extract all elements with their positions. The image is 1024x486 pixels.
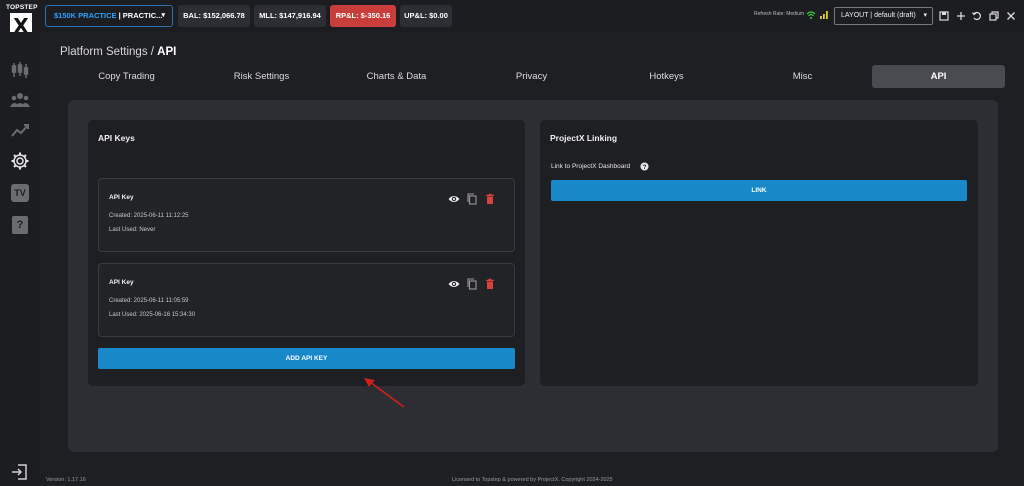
chevron-down-icon: ▾ — [923, 12, 927, 19]
info-icon[interactable]: ? — [640, 162, 649, 171]
close-icon[interactable] — [1005, 9, 1017, 21]
tab-charts-data[interactable]: Charts & Data — [330, 65, 463, 88]
analytics-icon[interactable] — [10, 120, 30, 140]
api-key-title: API Key — [109, 194, 134, 201]
save-icon[interactable] — [938, 9, 950, 21]
tab-copy-trading[interactable]: Copy Trading — [60, 65, 193, 88]
delete-icon[interactable] — [484, 192, 496, 204]
layout-select[interactable]: LAYOUT | default (draft) ▾ — [834, 7, 933, 25]
copy-icon[interactable] — [466, 277, 478, 290]
add-api-key-button[interactable]: ADD API KEY — [98, 348, 515, 369]
wifi-icon[interactable] — [806, 10, 816, 20]
api-key-actions — [448, 277, 500, 291]
eye-icon[interactable] — [448, 277, 460, 289]
breadcrumb: Platform Settings / API — [60, 46, 176, 58]
tab-api[interactable]: API — [872, 65, 1005, 88]
projectx-linking-title: ProjectX Linking — [550, 133, 618, 143]
tv-icon[interactable]: TV — [11, 184, 29, 202]
api-keys-card: API Keys API Key Created: 2025-06-11 11:… — [88, 120, 525, 386]
breadcrumb-root[interactable]: Platform Settings / — [60, 46, 157, 58]
projectx-link-label: Link to ProjectX Dashboard — [551, 163, 631, 170]
api-key-title: API Key — [109, 279, 134, 286]
gear-icon[interactable] — [10, 151, 30, 171]
svg-text:?: ? — [643, 164, 647, 171]
delete-icon[interactable] — [484, 277, 496, 289]
sidebar: TV ? — [0, 32, 40, 486]
eye-icon[interactable] — [448, 192, 460, 204]
link-button[interactable]: LINK — [551, 180, 967, 201]
add-icon[interactable] — [955, 9, 967, 21]
annotation-arrow-icon — [364, 378, 405, 408]
content-panel: API Keys API Key Created: 2025-06-11 11:… — [68, 100, 998, 452]
reset-icon[interactable] — [971, 9, 983, 21]
api-keys-title: API Keys — [98, 133, 135, 143]
api-key-last-used: Last Used: 2025-06-16 15:34:30 — [109, 312, 196, 318]
api-key-created: Created: 2025-06-11 11:12:25 — [109, 213, 189, 219]
help-icon[interactable]: ? — [12, 216, 28, 234]
refresh-rate-label: Refresh Rate: Medium — [754, 11, 805, 17]
api-key-item: API Key Created: 2025-06-11 11:12:25 Las… — [98, 178, 515, 252]
top-bar: TOPSTEP X $150K PRACTICE | PRACTIC... ▾ … — [0, 0, 1024, 39]
projectx-linking-card: ProjectX Linking Link to ProjectX Dashbo… — [540, 120, 978, 386]
candlestick-chart-icon[interactable] — [10, 60, 30, 80]
logout-icon[interactable] — [10, 462, 30, 482]
account-name: $150K PRACTICE — [54, 11, 117, 20]
breadcrumb-current: API — [157, 46, 177, 58]
license-footer: Licensed to Topstep & powered by Project… — [452, 477, 613, 483]
tab-risk-settings[interactable]: Risk Settings — [195, 65, 328, 88]
account-selector[interactable]: $150K PRACTICE | PRACTIC... ▾ — [45, 5, 173, 27]
settings-tabs: Copy Trading Risk Settings Charts & Data… — [60, 65, 1008, 89]
realized-pnl-badge: RP&L: $-350.16 — [330, 5, 396, 27]
tab-privacy[interactable]: Privacy — [465, 65, 598, 88]
layout-select-value: LAYOUT | default (draft) — [841, 12, 916, 19]
api-key-item: API Key Created: 2025-06-11 11:05:59 Las… — [98, 263, 515, 337]
restore-window-icon[interactable] — [988, 9, 1000, 21]
api-key-actions — [448, 192, 500, 206]
chevron-down-icon: ▾ — [161, 12, 165, 19]
signal-bars-icon — [820, 11, 828, 19]
copy-icon[interactable] — [466, 192, 478, 205]
api-key-created: Created: 2025-06-11 11:05:59 — [109, 298, 189, 304]
mll-badge: MLL: $147,916.94 — [254, 5, 326, 27]
tab-hotkeys[interactable]: Hotkeys — [600, 65, 733, 88]
logo-text: TOPSTEP — [6, 4, 38, 11]
api-key-last-used: Last Used: Never — [109, 227, 156, 233]
unrealized-pnl-badge: UP&L: $0.00 — [400, 5, 452, 27]
users-icon[interactable] — [10, 90, 30, 110]
account-type: | PRACTIC... — [118, 11, 163, 20]
version-label: Version: 1.17.16 — [46, 477, 86, 483]
tab-misc[interactable]: Misc — [736, 65, 869, 88]
balance-badge: BAL: $152,066.78 — [178, 5, 250, 27]
